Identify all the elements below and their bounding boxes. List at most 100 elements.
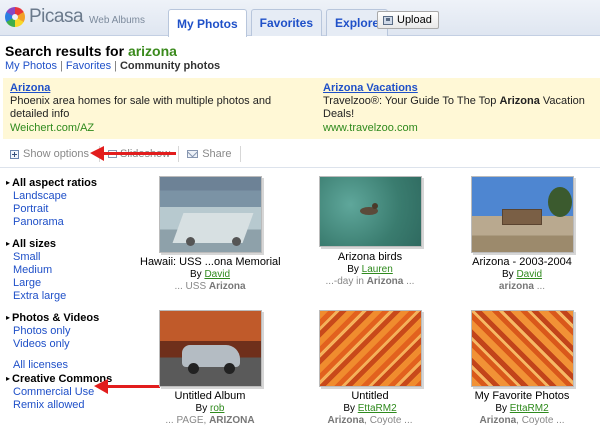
thumbnail-detail: [185, 237, 195, 246]
album-card: Untitled By EttaRM2 Arizona, Coyote ...: [300, 310, 440, 427]
show-options-label: Show options: [23, 148, 90, 160]
ad-title[interactable]: Arizona: [10, 82, 300, 94]
filter-medium[interactable]: Medium: [6, 264, 131, 277]
snippet-bold: Arizona: [208, 281, 246, 292]
filter-media: ▸ Photos & Videos Photos only Videos only: [6, 311, 131, 351]
album-thumbnail[interactable]: [318, 176, 422, 247]
bullet-icon: ▸: [6, 239, 11, 248]
share-button[interactable]: Share: [187, 145, 232, 163]
filter-photos-only[interactable]: Photos only: [6, 325, 131, 338]
filter-heading: All sizes: [12, 238, 57, 250]
filter-portrait[interactable]: Portrait: [6, 203, 131, 216]
page-title: Search results for arizona: [5, 43, 177, 59]
album-snippet: Arizona, Coyote ...: [300, 415, 440, 427]
ad-url[interactable]: www.travelzoo.com: [323, 122, 600, 134]
filter-head-sizes: ▸ All sizes: [6, 237, 131, 251]
ad-url[interactable]: Weichert.com/AZ: [10, 122, 300, 134]
filter-extra-large[interactable]: Extra large: [6, 290, 131, 303]
breadcrumb: My Photos | Favorites | Community photos: [5, 60, 220, 72]
thumbnail-detail: [223, 363, 235, 374]
show-options-button[interactable]: Show options: [10, 145, 89, 163]
filter-remix-allowed[interactable]: Remix allowed: [6, 399, 131, 412]
breadcrumb-my-photos[interactable]: My Photos: [5, 60, 57, 72]
snippet-bold: Arizona: [327, 415, 365, 426]
album-thumbnail[interactable]: [158, 310, 262, 387]
ad-description: Travelzoo®: Your Guide To The Top Arizon…: [323, 95, 600, 121]
thumbnail-detail: [371, 203, 378, 209]
filter-small[interactable]: Small: [6, 251, 131, 264]
filter-panorama[interactable]: Panorama: [6, 216, 131, 229]
sponsored-links: Arizona Phoenix area homes for sale with…: [3, 78, 600, 139]
by-label: By: [495, 403, 510, 414]
breadcrumb-favorites[interactable]: Favorites: [66, 60, 111, 72]
tab-my-photos[interactable]: My Photos: [168, 9, 247, 37]
album-card: My Favorite Photos By EttaRM2 Arizona, C…: [452, 310, 592, 427]
album-snippet: Arizona, Coyote ...: [452, 415, 592, 427]
upload-icon: [383, 15, 393, 25]
album-title[interactable]: Arizona - 2003-2004: [452, 256, 592, 269]
album-user-link[interactable]: David: [204, 269, 230, 280]
filter-heading: All aspect ratios: [12, 177, 97, 189]
album-title[interactable]: My Favorite Photos: [452, 390, 592, 403]
toolbar-divider: [178, 146, 180, 162]
filter-sizes: ▸ All sizes Small Medium Large Extra larg…: [6, 237, 131, 303]
album-user-link[interactable]: EttaRM2: [510, 403, 549, 414]
thumbnail-detail: [501, 209, 542, 225]
album-thumbnail[interactable]: [470, 176, 574, 253]
header-bar: Picasa Web Albums My Photos Favorites Ex…: [0, 0, 600, 37]
album-card: Untitled Album By rob ... PAGE, ARIZONA: [140, 310, 280, 427]
album-thumbnail[interactable]: [470, 310, 574, 387]
ad-description: Phoenix area homes for sale with multipl…: [10, 95, 272, 120]
ad-left: Arizona Phoenix area homes for sale with…: [10, 82, 300, 134]
album-snippet: ... USS Arizona: [140, 281, 280, 293]
snippet-bold: ARIZONA: [209, 415, 255, 426]
plus-icon: [10, 149, 19, 159]
bullet-icon: ▸: [6, 178, 11, 187]
album-user-link[interactable]: Lauren: [362, 264, 393, 275]
filter-videos-only[interactable]: Videos only: [6, 338, 131, 351]
album-owner: By rob: [140, 403, 280, 415]
by-label: By: [501, 269, 517, 280]
filter-landscape[interactable]: Landscape: [6, 190, 131, 203]
filter-heading: Photos & Videos: [12, 312, 100, 324]
album-card: Arizona - 2003-2004 By David arizona ...: [452, 176, 592, 293]
bullet-icon: ▸: [6, 374, 11, 383]
breadcrumb-separator: |: [114, 60, 117, 72]
album-snippet: ... PAGE, ARIZONA: [140, 415, 280, 427]
album-thumbnail[interactable]: [318, 310, 422, 387]
search-prefix: Search results for: [5, 43, 128, 59]
breadcrumb-separator: |: [59, 60, 63, 72]
album-thumbnail[interactable]: [158, 176, 262, 253]
filter-all-licenses[interactable]: All licenses: [6, 359, 131, 372]
section-divider: [0, 167, 600, 168]
upload-button[interactable]: Upload: [377, 11, 439, 29]
album-user-link[interactable]: EttaRM2: [358, 403, 397, 414]
album-title[interactable]: Arizona birds: [300, 251, 440, 264]
album-title[interactable]: Hawaii: USS ...ona Memorial: [140, 256, 281, 269]
ad-desc-text: Travelzoo®: Your Guide To The Top: [323, 95, 500, 107]
picasa-pinwheel-icon: [5, 7, 25, 27]
thumbnail-detail: [187, 363, 199, 374]
ad-desc-bold: Arizona: [499, 95, 540, 107]
tab-favorites[interactable]: Favorites: [250, 9, 323, 36]
breadcrumb-community-photos: Community photos: [119, 60, 221, 72]
share-label: Share: [202, 148, 232, 160]
search-term: arizona: [127, 43, 177, 59]
album-card: Hawaii: USS ...ona Memorial By David ...…: [140, 176, 281, 293]
filter-aspect-ratios: ▸ All aspect ratios Landscape Portrait Pa…: [6, 176, 131, 229]
ad-title[interactable]: Arizona Vacations: [323, 82, 600, 94]
toolbar-divider: [239, 146, 241, 162]
filter-large[interactable]: Large: [6, 277, 131, 290]
filter-head-creative-commons: ▸ Creative Commons: [6, 372, 131, 386]
main-tabs: My Photos Favorites Explore: [168, 9, 392, 37]
album-user-link[interactable]: David: [516, 269, 542, 280]
by-label: By: [347, 264, 362, 275]
picasa-logo[interactable]: Picasa Web Albums: [5, 6, 145, 28]
snippet-bold: arizona: [498, 281, 534, 292]
album-user-link[interactable]: rob: [210, 403, 224, 414]
snippet-bold: Arizona: [366, 276, 404, 287]
album-title[interactable]: Untitled: [300, 390, 440, 403]
album-title[interactable]: Untitled Album: [140, 390, 280, 403]
snippet-text: ... PAGE,: [165, 415, 210, 426]
album-card: Arizona birds By Lauren ...-day in Arizo…: [300, 176, 440, 288]
